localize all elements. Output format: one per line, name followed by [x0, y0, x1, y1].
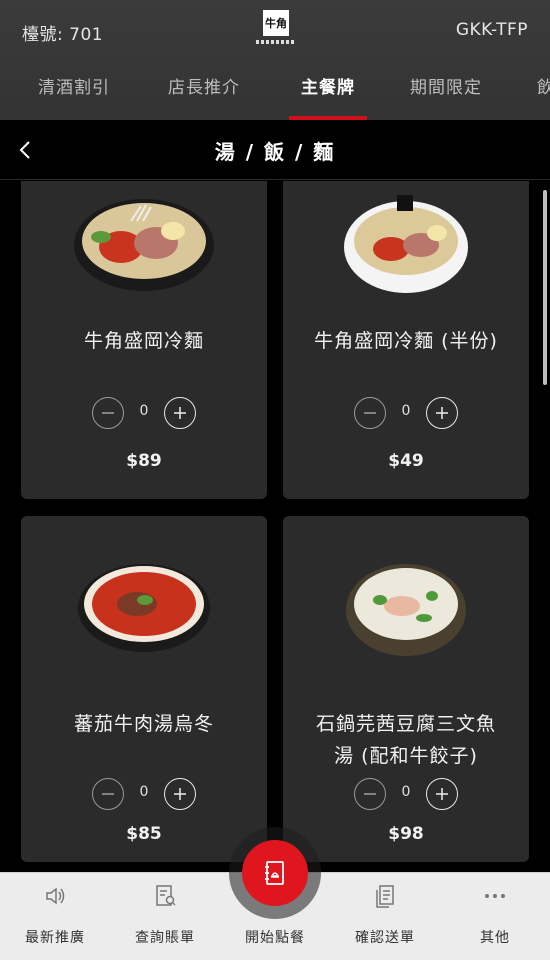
category-subheader: 湯 / 飯 / 麵 [0, 120, 550, 180]
app-header: 檯號: 701 牛角 GKK-TFP 清酒割引 店長推介 主餐牌 期間限定 飲 [0, 0, 550, 120]
bill-search-icon [156, 885, 176, 906]
plus-icon [436, 788, 448, 800]
tab-manager-recommend[interactable]: 店長推介 [160, 68, 248, 120]
nav-label: 最新推廣 [25, 930, 85, 946]
quantity-value: 0 [401, 403, 411, 419]
store-code: GKK-TFP [455, 20, 528, 40]
category-tabs: 清酒割引 店長推介 主餐牌 期間限定 飲 [0, 68, 550, 120]
quantity-stepper: 0 [21, 397, 267, 429]
nav-label: 確認送單 [355, 930, 415, 946]
increase-button[interactable] [164, 778, 196, 810]
order-list-icon [376, 885, 394, 908]
quantity-value: 0 [139, 403, 149, 419]
nav-label: 查詢賬單 [135, 930, 195, 946]
brand-logo: 牛角 [255, 10, 297, 56]
menu-item-card[interactable]: 石鍋芫茜豆腐三文魚 湯 (配和牛餃子) 0 $98 [283, 516, 529, 862]
tab-drinks[interactable]: 飲 [536, 68, 550, 120]
more-dots-icon [485, 894, 505, 898]
menu-book-icon [265, 861, 284, 885]
menu-item-name: 牛角盛岡冷麵 (半份) [314, 330, 498, 352]
menu-item-price: $49 [388, 451, 424, 471]
nav-confirm-order[interactable]: 確認送單 [330, 873, 440, 960]
tomato-beef-udon-bowl-image [78, 564, 210, 652]
half-cold-noodle-bowl-image [344, 195, 468, 293]
nav-label: 開始點餐 [245, 930, 305, 946]
tab-limited-time[interactable]: 期間限定 [402, 68, 490, 120]
cold-noodle-bowl-image [74, 199, 214, 291]
menu-grid: 牛角盛岡冷麵 0 $89 牛角盛岡冷麵 (半份) 0 $49 蕃茄牛肉湯烏冬 0… [0, 181, 550, 871]
start-ordering-button[interactable] [242, 840, 308, 906]
nav-check-bill[interactable]: 查詢賬單 [110, 873, 220, 960]
menu-item-price: $98 [388, 824, 424, 844]
quantity-stepper: 0 [21, 778, 267, 810]
plus-icon [436, 407, 448, 419]
nav-label: 其他 [480, 930, 510, 946]
increase-button[interactable] [164, 397, 196, 429]
nav-others[interactable]: 其他 [440, 873, 550, 960]
menu-item-price: $89 [126, 451, 162, 471]
table-number: 檯號: 701 [22, 25, 104, 45]
menu-item-card[interactable]: 牛角盛岡冷麵 (半份) 0 $49 [283, 181, 529, 499]
menu-item-price: $85 [126, 824, 162, 844]
plus-icon [174, 788, 186, 800]
category-title: 湯 / 飯 / 麵 [214, 140, 336, 164]
tab-main-menu[interactable]: 主餐牌 [289, 68, 367, 120]
menu-item-name: 蕃茄牛肉湯烏冬 [73, 713, 214, 735]
menu-item-name-line-2: 湯 (配和牛餃子) [334, 745, 478, 767]
logo-glyph: 牛角 [265, 16, 287, 30]
scrollbar[interactable] [543, 190, 547, 385]
menu-item-name-line-1: 石鍋芫茜豆腐三文魚 [315, 713, 496, 735]
increase-button[interactable] [426, 778, 458, 810]
increase-button[interactable] [426, 397, 458, 429]
quantity-stepper: 0 [283, 778, 529, 810]
quantity-value: 0 [139, 784, 149, 800]
plus-icon [174, 407, 186, 419]
tab-sake-discount[interactable]: 清酒割引 [30, 68, 118, 120]
speaker-icon [46, 887, 65, 905]
menu-item-card[interactable]: 蕃茄牛肉湯烏冬 0 $85 [21, 516, 267, 862]
nav-latest-promotions[interactable]: 最新推廣 [0, 873, 110, 960]
stone-pot-salmon-soup-image [346, 564, 466, 656]
quantity-value: 0 [401, 784, 411, 800]
menu-item-card[interactable]: 牛角盛岡冷麵 0 $89 [21, 181, 267, 499]
menu-item-name: 牛角盛岡冷麵 [83, 330, 204, 352]
quantity-stepper: 0 [283, 397, 529, 429]
